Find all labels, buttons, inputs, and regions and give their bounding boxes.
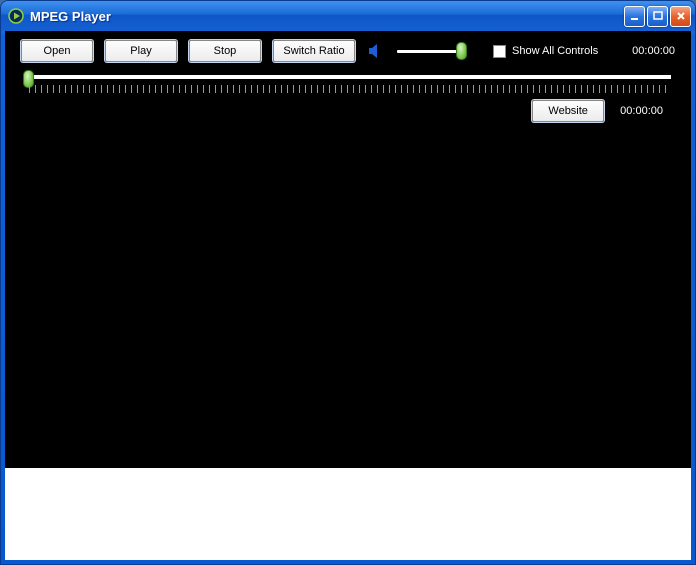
open-button[interactable]: Open — [21, 40, 93, 62]
seek-track — [25, 75, 671, 79]
bottom-panel — [5, 468, 691, 560]
client-area: Open Play Stop Switch Ratio Show All Con… — [5, 31, 691, 560]
window-title: MPEG Player — [30, 9, 624, 24]
volume-thumb[interactable] — [456, 42, 467, 60]
volume-icon — [367, 42, 385, 60]
toolbar: Open Play Stop Switch Ratio Show All Con… — [5, 31, 691, 71]
seek-bar[interactable] — [5, 71, 691, 97]
time-display-bottom: 00:00:00 — [620, 105, 663, 117]
show-all-controls-wrap[interactable]: Show All Controls — [493, 45, 598, 58]
app-icon — [8, 8, 24, 24]
video-area — [5, 125, 691, 468]
website-button[interactable]: Website — [532, 100, 604, 122]
switch-ratio-button[interactable]: Switch Ratio — [273, 40, 355, 62]
maximize-button[interactable] — [647, 6, 668, 27]
play-button[interactable]: Play — [105, 40, 177, 62]
app-window: MPEG Player Open Play Stop Switch Ratio — [0, 0, 696, 565]
stop-button[interactable]: Stop — [189, 40, 261, 62]
window-controls — [624, 6, 691, 27]
show-all-controls-checkbox[interactable] — [493, 45, 506, 58]
minimize-button[interactable] — [624, 6, 645, 27]
secondary-row: Website 00:00:00 — [5, 97, 691, 125]
show-all-controls-label: Show All Controls — [512, 45, 598, 57]
close-button[interactable] — [670, 6, 691, 27]
time-display-top: 00:00:00 — [632, 45, 675, 57]
seek-ticks — [29, 85, 667, 93]
volume-slider[interactable] — [397, 42, 467, 60]
titlebar[interactable]: MPEG Player — [1, 1, 695, 31]
